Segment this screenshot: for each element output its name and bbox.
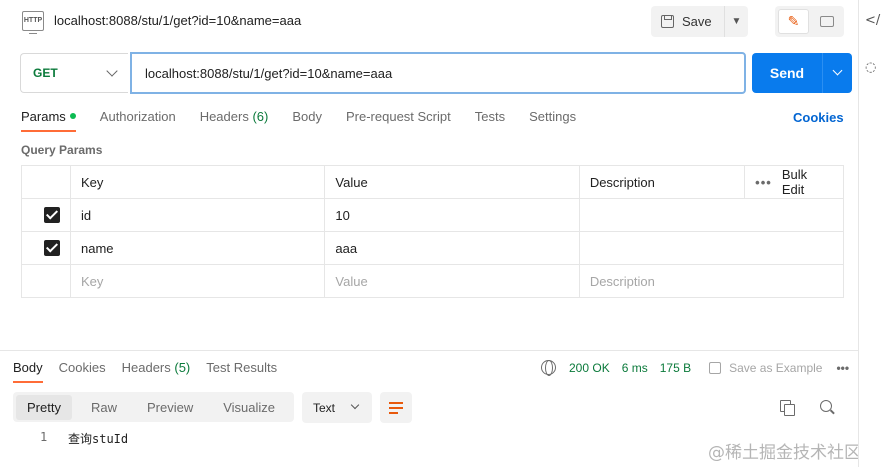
send-button[interactable]: Send bbox=[752, 53, 822, 93]
watermark: @稀土掘金技术社区 bbox=[708, 443, 861, 463]
response-headers-count: (5) bbox=[174, 360, 191, 375]
tab-prerequest-script[interactable]: Pre-request Script bbox=[346, 108, 451, 132]
status-code[interactable]: 200 OK bbox=[569, 361, 610, 375]
method-label: GET bbox=[33, 66, 58, 80]
param-value[interactable]: 10 bbox=[324, 198, 580, 232]
row-checkbox-cell bbox=[21, 264, 71, 298]
table-header-row: Key Value Description ••• Bulk Edit bbox=[21, 165, 844, 199]
copy-icon[interactable] bbox=[780, 400, 795, 416]
tab-body[interactable]: Body bbox=[292, 108, 322, 132]
save-label: Save bbox=[682, 14, 712, 29]
edit-pencil-icon[interactable]: ✎ bbox=[778, 9, 809, 34]
query-params-label: Query Params bbox=[21, 143, 103, 157]
tab-settings[interactable]: Settings bbox=[529, 108, 576, 132]
response-body-line: 1 查询stuId bbox=[40, 430, 128, 447]
table-row-empty: Key Value Description bbox=[21, 264, 845, 298]
chevron-down-icon bbox=[350, 400, 360, 410]
more-options-icon[interactable]: ••• bbox=[836, 361, 849, 375]
param-description[interactable] bbox=[578, 231, 845, 265]
query-params-table: Key Value Description ••• Bulk Edit id 10… bbox=[21, 165, 845, 298]
save-options-chevron-down-icon[interactable]: ▼ bbox=[724, 6, 748, 37]
description-placeholder[interactable]: Description bbox=[578, 264, 845, 298]
view-pretty[interactable]: Pretty bbox=[16, 394, 72, 420]
table-row: id 10 bbox=[21, 198, 845, 232]
response-tab-headers[interactable]: Headers (5) bbox=[122, 359, 191, 383]
right-sidebar: </ ◌ bbox=[858, 0, 886, 467]
send-button-group: Send bbox=[752, 53, 852, 93]
param-checkbox[interactable] bbox=[44, 240, 60, 257]
header-description: Description bbox=[578, 165, 746, 199]
save-as-example-button[interactable]: Save as Example bbox=[709, 361, 822, 375]
response-tab-body[interactable]: Body bbox=[13, 359, 43, 383]
header-value: Value bbox=[324, 165, 580, 199]
response-time[interactable]: 6 ms bbox=[622, 361, 648, 375]
tab-headers[interactable]: Headers (6) bbox=[200, 108, 269, 132]
postman-request-panel: HTTP localhost:8088/stu/1/get?id=10&name… bbox=[0, 0, 861, 467]
response-divider[interactable] bbox=[0, 350, 858, 351]
value-placeholder[interactable]: Value bbox=[324, 264, 580, 298]
globe-icon[interactable] bbox=[541, 360, 556, 376]
save-button[interactable]: Save bbox=[651, 6, 723, 37]
key-placeholder[interactable]: Key bbox=[69, 264, 326, 298]
chevron-down-icon bbox=[106, 65, 118, 77]
params-active-dot bbox=[69, 113, 76, 119]
line-text: 查询stuId bbox=[68, 432, 129, 446]
response-format-select[interactable]: Text bbox=[302, 392, 372, 423]
save-icon bbox=[661, 15, 674, 28]
comments-icon[interactable] bbox=[812, 9, 841, 34]
response-tabs: Body Cookies Headers (5) Test Results bbox=[13, 359, 293, 383]
bulk-edit-button[interactable]: Bulk Edit bbox=[782, 167, 833, 197]
table-row: name aaa bbox=[21, 231, 845, 265]
url-input[interactable] bbox=[130, 52, 746, 94]
view-preview[interactable]: Preview bbox=[136, 395, 204, 420]
line-number: 1 bbox=[40, 430, 48, 444]
request-name[interactable]: localhost:8088/stu/1/get?id=10&name=aaa bbox=[54, 13, 301, 28]
request-tabs: Params Authorization Headers (6) Body Pr… bbox=[21, 108, 600, 132]
response-status-bar: 200 OK 6 ms 175 B Save as Example ••• bbox=[541, 360, 849, 376]
save-as-example-label: Save as Example bbox=[729, 360, 823, 375]
param-value[interactable]: aaa bbox=[324, 231, 580, 265]
http-method-select[interactable]: GET bbox=[20, 53, 128, 93]
save-button-group: Save ▼ bbox=[651, 6, 748, 37]
save-icon bbox=[709, 361, 722, 374]
http-request-icon: HTTP bbox=[22, 11, 44, 34]
row-checkbox-cell bbox=[21, 231, 71, 265]
response-size[interactable]: 175 B bbox=[660, 361, 691, 375]
view-visualize[interactable]: Visualize bbox=[212, 395, 286, 420]
tab-params[interactable]: Params bbox=[21, 108, 76, 132]
response-tab-cookies[interactable]: Cookies bbox=[59, 359, 106, 383]
headers-count: (6) bbox=[252, 109, 269, 124]
row-checkbox-cell bbox=[21, 198, 71, 232]
view-raw[interactable]: Raw bbox=[80, 395, 128, 420]
tab-authorization[interactable]: Authorization bbox=[100, 108, 176, 132]
search-icon[interactable] bbox=[820, 400, 835, 415]
response-tab-test-results[interactable]: Test Results bbox=[206, 359, 277, 383]
wrap-lines-icon[interactable] bbox=[380, 392, 412, 423]
lightbulb-icon[interactable]: ◌ bbox=[865, 60, 883, 78]
more-options-icon[interactable]: ••• bbox=[755, 175, 772, 190]
param-description[interactable] bbox=[578, 198, 845, 232]
request-title-row: HTTP localhost:8088/stu/1/get?id=10&name… bbox=[0, 0, 858, 44]
param-checkbox[interactable] bbox=[44, 207, 60, 224]
cookies-link[interactable]: Cookies bbox=[793, 110, 844, 125]
send-options-chevron-down-icon[interactable] bbox=[822, 53, 852, 93]
format-label: Text bbox=[313, 400, 336, 415]
header-key: Key bbox=[69, 165, 326, 199]
param-key[interactable]: name bbox=[69, 231, 326, 265]
bulk-edit-cell[interactable]: ••• Bulk Edit bbox=[744, 165, 844, 199]
view-mode-toggle: ✎ bbox=[775, 6, 844, 37]
code-snippet-icon[interactable]: </ bbox=[865, 13, 883, 31]
param-key[interactable]: id bbox=[69, 198, 326, 232]
header-check-cell bbox=[21, 165, 71, 199]
tab-tests[interactable]: Tests bbox=[475, 108, 505, 132]
response-view-tabs: Pretty Raw Preview Visualize bbox=[13, 392, 294, 422]
